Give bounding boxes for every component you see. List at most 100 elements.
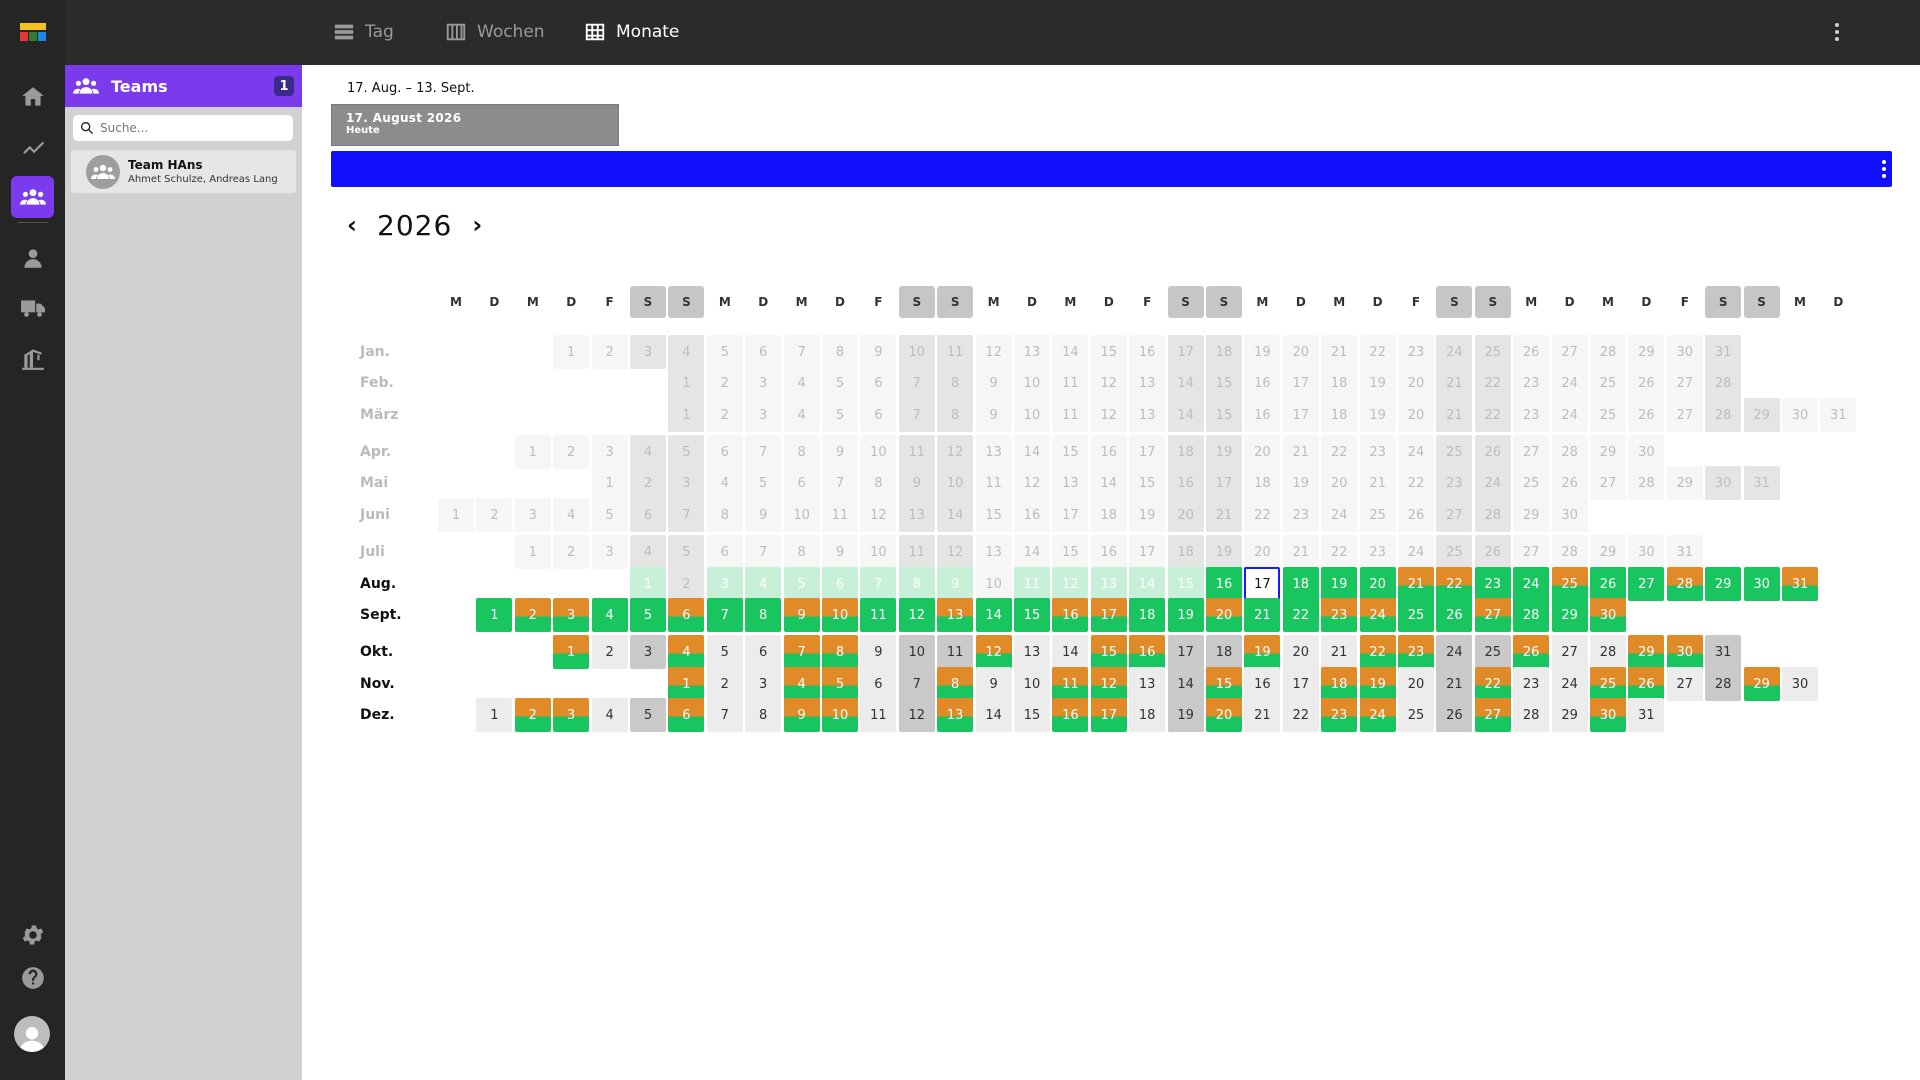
- crane-icon[interactable]: [11, 337, 54, 379]
- calendar-day[interactable]: 12: [975, 635, 1012, 669]
- calendar-day[interactable]: 20: [1398, 667, 1434, 701]
- calendar-day[interactable]: 27: [1513, 435, 1550, 469]
- calendar-day[interactable]: 20: [1206, 598, 1242, 632]
- more-menu-icon[interactable]: [1827, 20, 1847, 44]
- calendar-day[interactable]: 10: [822, 598, 858, 632]
- calendar-day[interactable]: 14: [1167, 366, 1204, 400]
- calendar-day[interactable]: 9: [783, 598, 820, 632]
- calendar-day[interactable]: 29: [1705, 567, 1742, 601]
- calendar-day[interactable]: 26: [1551, 466, 1588, 500]
- calendar-day[interactable]: 5: [630, 598, 666, 632]
- calendar-day[interactable]: 13: [1090, 567, 1127, 601]
- calendar-day[interactable]: 16: [1167, 466, 1204, 500]
- calendar-day[interactable]: 7: [860, 567, 897, 601]
- calendar-day[interactable]: 26: [1398, 498, 1434, 532]
- calendar-day[interactable]: 15: [1090, 635, 1127, 669]
- calendar-day[interactable]: 30: [1551, 498, 1588, 532]
- calendar-day[interactable]: 3: [630, 635, 666, 669]
- calendar-day[interactable]: 15: [1206, 398, 1242, 432]
- calendar-day[interactable]: 15: [1052, 435, 1089, 469]
- calendar-day[interactable]: 30: [1590, 598, 1626, 632]
- calendar-day[interactable]: 25: [1474, 635, 1511, 669]
- calendar-day[interactable]: 1: [668, 667, 705, 701]
- calendar-day[interactable]: 13: [975, 435, 1012, 469]
- calendar-day[interactable]: 27: [1436, 498, 1473, 532]
- calendar-day[interactable]: 1: [476, 698, 513, 732]
- calendar-day[interactable]: 25: [1551, 567, 1588, 601]
- calendar-day[interactable]: 27: [1551, 635, 1588, 669]
- calendar-day[interactable]: 26: [1628, 366, 1665, 400]
- calendar-day[interactable]: 23: [1513, 398, 1550, 432]
- calendar-day[interactable]: 5: [822, 667, 858, 701]
- calendar-day[interactable]: 20: [1359, 567, 1396, 601]
- calendar-day[interactable]: 8: [860, 466, 897, 500]
- calendar-day[interactable]: 20: [1398, 398, 1434, 432]
- calendar-day[interactable]: 18: [1129, 698, 1166, 732]
- calendar-day[interactable]: 30: [1743, 567, 1780, 601]
- calendar-day[interactable]: 4: [745, 567, 782, 601]
- calendar-day[interactable]: 23: [1474, 567, 1511, 601]
- calendar-day[interactable]: 12: [937, 535, 974, 569]
- calendar-day[interactable]: 5: [630, 698, 666, 732]
- calendar-day[interactable]: 13: [898, 498, 935, 532]
- calendar-day[interactable]: 11: [1052, 366, 1089, 400]
- calendar-day[interactable]: 1: [591, 466, 628, 500]
- calendar-day[interactable]: 22: [1282, 698, 1319, 732]
- calendar-day[interactable]: 26: [1628, 667, 1665, 701]
- calendar-day[interactable]: 4: [591, 598, 628, 632]
- calendar-day[interactable]: 30: [1590, 698, 1626, 732]
- calendar-day[interactable]: 6: [630, 498, 666, 532]
- calendar-day[interactable]: 26: [1436, 598, 1473, 632]
- calendar-day[interactable]: 27: [1474, 598, 1511, 632]
- calendar-day[interactable]: 19: [1359, 667, 1396, 701]
- calendar-day[interactable]: 26: [1590, 567, 1626, 601]
- calendar-day[interactable]: 16: [1244, 398, 1281, 432]
- calendar-day[interactable]: 17: [1282, 398, 1319, 432]
- view-tab-months[interactable]: Monate: [584, 18, 679, 46]
- calendar-day[interactable]: 5: [706, 635, 743, 669]
- calendar-day[interactable]: 30: [1666, 335, 1703, 369]
- calendar-day[interactable]: 21: [1244, 598, 1281, 632]
- calendar-day[interactable]: 24: [1551, 366, 1588, 400]
- calendar-day[interactable]: 18: [1244, 466, 1281, 500]
- calendar-day[interactable]: 18: [1206, 335, 1242, 369]
- calendar-day[interactable]: 18: [1167, 435, 1204, 469]
- calendar-day[interactable]: 4: [783, 366, 820, 400]
- calendar-day[interactable]: 1: [630, 567, 666, 601]
- calendar-day[interactable]: 13: [937, 698, 974, 732]
- calendar-day[interactable]: 16: [1052, 598, 1089, 632]
- calendar-day[interactable]: 29: [1551, 598, 1588, 632]
- calendar-day[interactable]: 6: [745, 335, 782, 369]
- calendar-day[interactable]: 5: [706, 335, 743, 369]
- calendar-day[interactable]: 30: [1628, 435, 1665, 469]
- calendar-day[interactable]: 13: [1014, 335, 1050, 369]
- calendar-day[interactable]: 13: [1129, 366, 1166, 400]
- calendar-day[interactable]: 17: [1282, 667, 1319, 701]
- calendar-day[interactable]: 6: [706, 535, 743, 569]
- calendar-day[interactable]: 6: [668, 698, 705, 732]
- calendar-day[interactable]: 12: [898, 598, 935, 632]
- calendar-day[interactable]: 5: [668, 535, 705, 569]
- calendar-day[interactable]: 11: [822, 498, 858, 532]
- calendar-day[interactable]: 5: [668, 435, 705, 469]
- calendar-day[interactable]: 27: [1513, 535, 1550, 569]
- calendar-day[interactable]: 15: [1052, 535, 1089, 569]
- calendar-day[interactable]: 6: [783, 466, 820, 500]
- calendar-day[interactable]: 26: [1474, 535, 1511, 569]
- calendar-day[interactable]: 20: [1206, 698, 1242, 732]
- calendar-day[interactable]: 28: [1666, 567, 1703, 601]
- calendar-day[interactable]: 23: [1398, 635, 1434, 669]
- calendar-day[interactable]: 19: [1321, 567, 1358, 601]
- calendar-day[interactable]: 18: [1321, 398, 1358, 432]
- calendar-day[interactable]: 28: [1590, 335, 1626, 369]
- calendar-day[interactable]: 18: [1282, 567, 1319, 601]
- calendar-day[interactable]: 3: [630, 335, 666, 369]
- calendar-day[interactable]: 28: [1551, 535, 1588, 569]
- calendar-day[interactable]: 5: [822, 398, 858, 432]
- calendar-day[interactable]: 20: [1244, 435, 1281, 469]
- calendar-day[interactable]: 4: [553, 498, 590, 532]
- calendar-day[interactable]: 23: [1359, 435, 1396, 469]
- calendar-day[interactable]: 8: [937, 667, 974, 701]
- calendar-day[interactable]: 9: [745, 498, 782, 532]
- calendar-day[interactable]: 22: [1321, 535, 1358, 569]
